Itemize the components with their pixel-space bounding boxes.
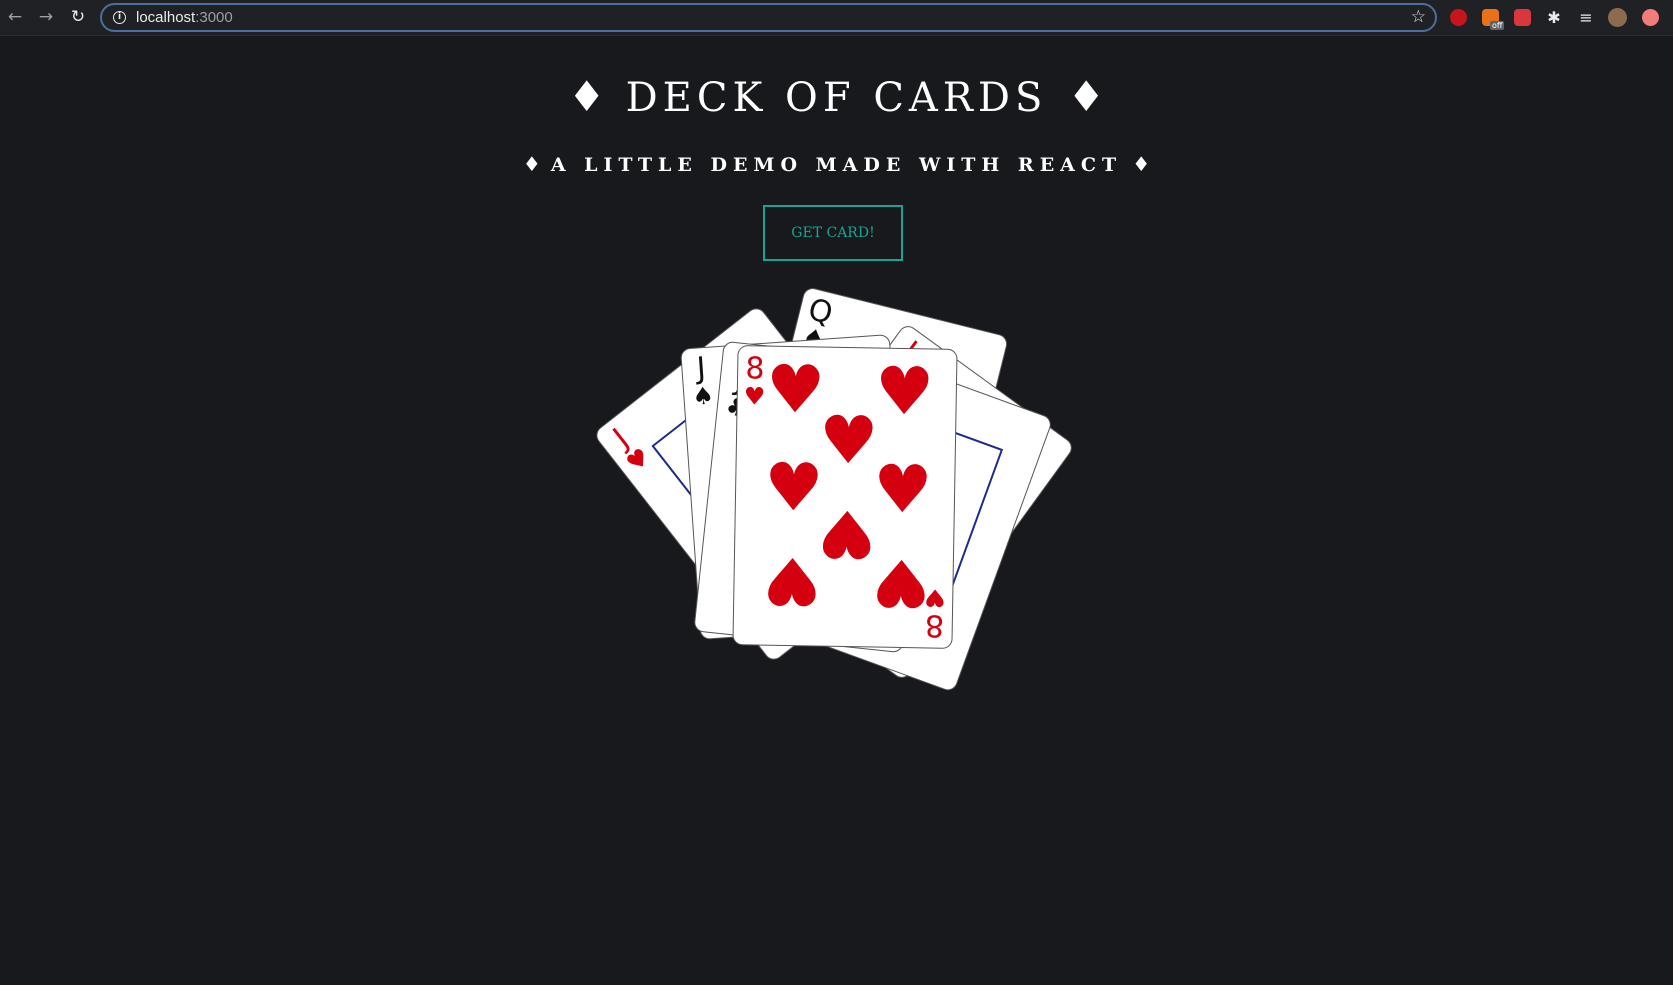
browser-toolbar: ← → ↻ i localhost:3000 ☆ off ✱ ≡ bbox=[0, 0, 1673, 36]
heart-pip-icon: ♥ bbox=[761, 541, 823, 620]
heart-pip-icon: ♥ bbox=[765, 350, 826, 429]
update-icon[interactable] bbox=[1642, 9, 1659, 26]
address-url[interactable]: localhost:3000 bbox=[136, 9, 233, 27]
card-suit-icon: ♥ bbox=[743, 382, 766, 411]
extension-red-icon[interactable] bbox=[1514, 9, 1531, 26]
heart-pip-icon: ♥ bbox=[870, 543, 932, 622]
heart-pip-icon: ♥ bbox=[763, 448, 824, 527]
media-queue-icon[interactable]: ≡ bbox=[1575, 6, 1597, 28]
extensions-puzzle-icon[interactable]: ✱ bbox=[1543, 6, 1565, 28]
reload-icon[interactable]: ↻ bbox=[67, 6, 89, 28]
heart-pip-icon: ♥ bbox=[818, 401, 879, 480]
app-page: ♦ DECK OF CARDS ♦ ♦ A LITTLE DEMO MADE WITH… bbox=[0, 36, 1673, 985]
card-suit-icon: ♠ bbox=[691, 381, 715, 411]
heart-pip-icon: ♥ bbox=[874, 352, 935, 431]
site-info-icon[interactable]: i bbox=[113, 11, 126, 24]
forward-arrow-icon[interactable]: → bbox=[35, 6, 57, 28]
card-rank: 8 bbox=[745, 351, 765, 387]
card-corner: J ♠ bbox=[690, 351, 715, 411]
profile-avatar[interactable] bbox=[1608, 8, 1627, 27]
playing-card-top: 8 ♥ 8 ♥ ♥ ♥ ♥ ♥ ♥ ♥ ♥ ♥ bbox=[732, 345, 958, 649]
heart-pip-icon: ♥ bbox=[872, 450, 933, 529]
extension-off-badge: off bbox=[1490, 21, 1505, 30]
bookmark-star-icon[interactable]: ☆ bbox=[1411, 7, 1426, 27]
card-pile: Q ♠ J ♥ J ♥ Q ♠ bbox=[0, 36, 1673, 985]
url-host: localhost bbox=[136, 9, 196, 26]
url-port: :3000 bbox=[195, 9, 233, 26]
address-bar[interactable]: i localhost:3000 ☆ bbox=[100, 3, 1437, 32]
card-corner: 8 ♥ bbox=[743, 351, 766, 411]
heart-pip-icon: ♥ bbox=[816, 494, 878, 573]
extension-adblock-icon[interactable] bbox=[1450, 9, 1467, 26]
back-arrow-icon[interactable]: ← bbox=[4, 6, 26, 28]
card-corner: J ♥ bbox=[604, 420, 655, 478]
